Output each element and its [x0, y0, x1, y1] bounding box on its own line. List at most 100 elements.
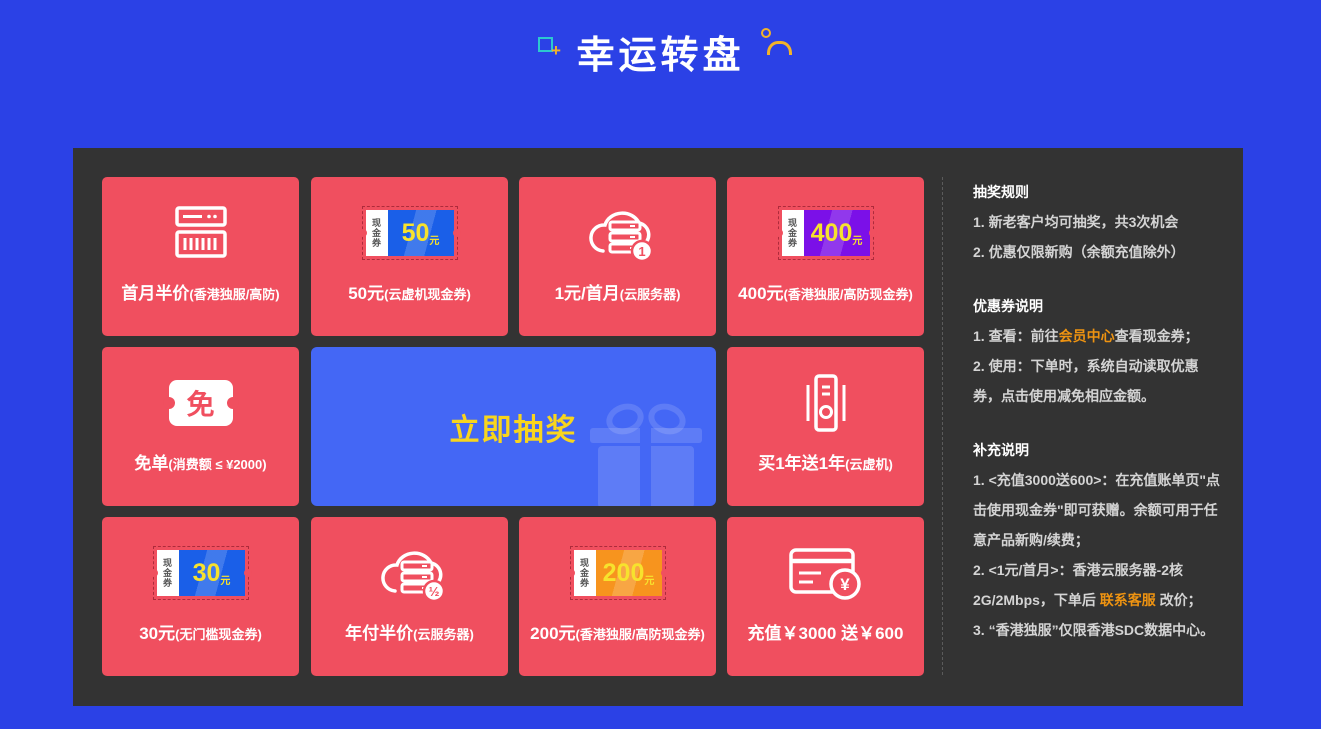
rules-section-supplement: 补充说明 1. <充值3000送600>：在充值账单页"点击使用现金券"即可获赠…	[973, 435, 1221, 645]
page-title: 幸运转盘	[0, 24, 1321, 79]
cloud-badge: 1	[638, 244, 645, 259]
coupon-icon: 现金券 50元	[362, 206, 458, 260]
card-subtitle: (消费额 ≤ ¥2000)	[168, 457, 266, 472]
coupon-stub: 现金券	[157, 550, 179, 596]
prize-card-coupon-400: 现金券 400元 400元(香港独服/高防现金券)	[727, 177, 924, 336]
coupon-stub-label: 现金券	[371, 218, 382, 248]
rule-line: 1. 新老客户均可抽奖，共3次机会	[973, 207, 1221, 237]
card-title: 免单	[134, 454, 168, 473]
card-subtitle: (香港独服/高防)	[189, 287, 279, 302]
card-label: 首月半价(香港独服/高防)	[102, 279, 299, 304]
prize-card-first-month-half: 首月半价(香港独服/高防)	[102, 177, 299, 336]
coupon-value: 30元	[179, 550, 245, 596]
arc-deco-icon	[767, 41, 792, 55]
card-title: 买1年送1年	[758, 454, 845, 473]
card-title: 50元	[348, 284, 384, 303]
rule-text: 1. 查看：前往	[973, 328, 1059, 344]
coupon-icon: 现金券 30元	[153, 546, 249, 600]
card-subtitle: (香港独服/高防现金券)	[576, 627, 705, 642]
card-subtitle: (香港独服/高防现金券)	[784, 287, 913, 302]
prize-card-buy-1-year-get-1-year: 买1年送1年(云虚机)	[727, 347, 924, 506]
circle-deco-icon	[761, 28, 771, 38]
prize-card-one-yuan-first-month: 1 1元/首月(云服务器)	[519, 177, 716, 336]
rule-line: 1. 查看：前往会员中心查看现金券；	[973, 321, 1221, 351]
prize-card-annual-half-price: ½ 年付半价(云服务器)	[311, 517, 508, 676]
card-title: 充值￥3000 送￥600	[748, 624, 904, 643]
coupon-stub-label: 现金券	[787, 218, 798, 248]
coupon-stub-label: 现金券	[162, 558, 173, 588]
free-ticket-icon: 免	[169, 380, 233, 426]
card-label: 400元(香港独服/高防现金券)	[727, 279, 924, 304]
coupon-stub-label: 现金券	[579, 558, 590, 588]
cloud-server-icon: 1	[519, 185, 716, 281]
rule-line: 3. “香港独服”仅限香港SDC数据中心。	[973, 615, 1221, 645]
dashed-divider	[942, 177, 943, 675]
card-title: 400元	[738, 284, 783, 303]
coupon-unit: 元	[644, 572, 654, 587]
prize-card-coupon-30: 现金券 30元 30元(无门槛现金券)	[102, 517, 299, 676]
credit-card-icon: ¥	[727, 525, 924, 621]
rules-heading: 优惠券说明	[973, 291, 1221, 321]
coupon-unit: 元	[429, 232, 439, 247]
card-title: 1元/首月	[555, 284, 620, 303]
cloud-server-icon: ½	[311, 525, 508, 621]
lottery-panel: 首月半价(香港独服/高防) 现金券 50元 50元(云虚机现金券)	[73, 148, 1243, 706]
coupon-unit: 元	[220, 572, 230, 587]
coupon-icon: 现金券 200元	[570, 546, 666, 600]
rule-text: 查看现金券；	[1115, 328, 1199, 344]
draw-button[interactable]: 立即抽奖	[311, 347, 716, 506]
coupon-notch	[244, 569, 252, 577]
prize-card-coupon-50: 现金券 50元 50元(云虚机现金券)	[311, 177, 508, 336]
coupon-value: 200元	[596, 550, 662, 596]
coupon-stub: 现金券	[366, 210, 388, 256]
rules-heading: 补充说明	[973, 435, 1221, 465]
coupon-notch	[775, 229, 783, 237]
rules-section-coupon: 优惠券说明 1. 查看：前往会员中心查看现金券； 2. 使用：下单时，系统自动读…	[973, 291, 1221, 411]
rule-line: 2. 使用：下单时，系统自动读取优惠券，点击使用减免相应金额。	[973, 351, 1221, 411]
coupon-notch	[661, 569, 669, 577]
card-label: 1元/首月(云服务器)	[519, 279, 716, 304]
coupon-value: 50元	[388, 210, 454, 256]
coupon-amount: 30	[193, 559, 221, 588]
card-subtitle: (云虚机现金券)	[384, 287, 471, 302]
cloud-badge: ½	[428, 584, 439, 599]
draw-button-label: 立即抽奖	[450, 405, 578, 449]
coupon-notch	[567, 569, 575, 577]
tower-server-icon	[727, 355, 924, 451]
rule-line: 1. <充值3000送600>：在充值账单页"点击使用现金券"即可获赠。余额可用…	[973, 465, 1221, 555]
coupon-stub: 现金券	[782, 210, 804, 256]
rule-text: 改价；	[1156, 592, 1202, 608]
rules-sidebar: 抽奖规则 1. 新老客户均可抽奖，共3次机会 2. 优惠仅限新购（余额充值除外）…	[973, 177, 1221, 669]
card-label: 买1年送1年(云虚机)	[727, 449, 924, 474]
coupon-amount: 50	[402, 219, 430, 248]
prize-card-recharge-3000-get-600: ¥ 充值￥3000 送￥600	[727, 517, 924, 676]
coupon-unit: 元	[852, 232, 862, 247]
gift-watermark-icon	[578, 400, 712, 506]
rules-heading: 抽奖规则	[973, 177, 1221, 207]
coupon-amount: 400	[811, 219, 853, 248]
contact-support-link[interactable]: 联系客服	[1100, 592, 1156, 608]
coupon-amount: 200	[603, 559, 645, 588]
prize-card-coupon-200: 现金券 200元 200元(香港独服/高防现金券)	[519, 517, 716, 676]
card-title: 30元	[139, 624, 175, 643]
rules-section-draw: 抽奖规则 1. 新老客户均可抽奖，共3次机会 2. 优惠仅限新购（余额充值除外）	[973, 177, 1221, 267]
card-subtitle: (无门槛现金券)	[175, 627, 262, 642]
member-center-link[interactable]: 会员中心	[1059, 328, 1115, 344]
card-label: 200元(香港独服/高防现金券)	[519, 619, 716, 644]
card-subtitle: (云服务器)	[413, 627, 474, 642]
card-subtitle: (云虚机)	[845, 457, 893, 472]
card-label: 充值￥3000 送￥600	[727, 619, 924, 644]
card-title: 年付半价	[345, 624, 413, 643]
card-label: 免单(消费额 ≤ ¥2000)	[102, 449, 299, 474]
card-label: 50元(云虚机现金券)	[311, 279, 508, 304]
card-subtitle: (云服务器)	[620, 287, 681, 302]
coupon-notch	[869, 229, 877, 237]
card-title: 首月半价	[121, 284, 189, 303]
card-label: 年付半价(云服务器)	[311, 619, 508, 644]
prize-card-free-order: 免 免单(消费额 ≤ ¥2000)	[102, 347, 299, 506]
rule-line: 2. <1元/首月>：香港云服务器-2核2G/2Mbps，下单后 联系客服 改价…	[973, 555, 1221, 615]
coupon-notch	[359, 229, 367, 237]
rule-line: 2. 优惠仅限新购（余额充值除外）	[973, 237, 1221, 267]
coupon-stub: 现金券	[574, 550, 596, 596]
yen-badge: ¥	[840, 575, 850, 594]
